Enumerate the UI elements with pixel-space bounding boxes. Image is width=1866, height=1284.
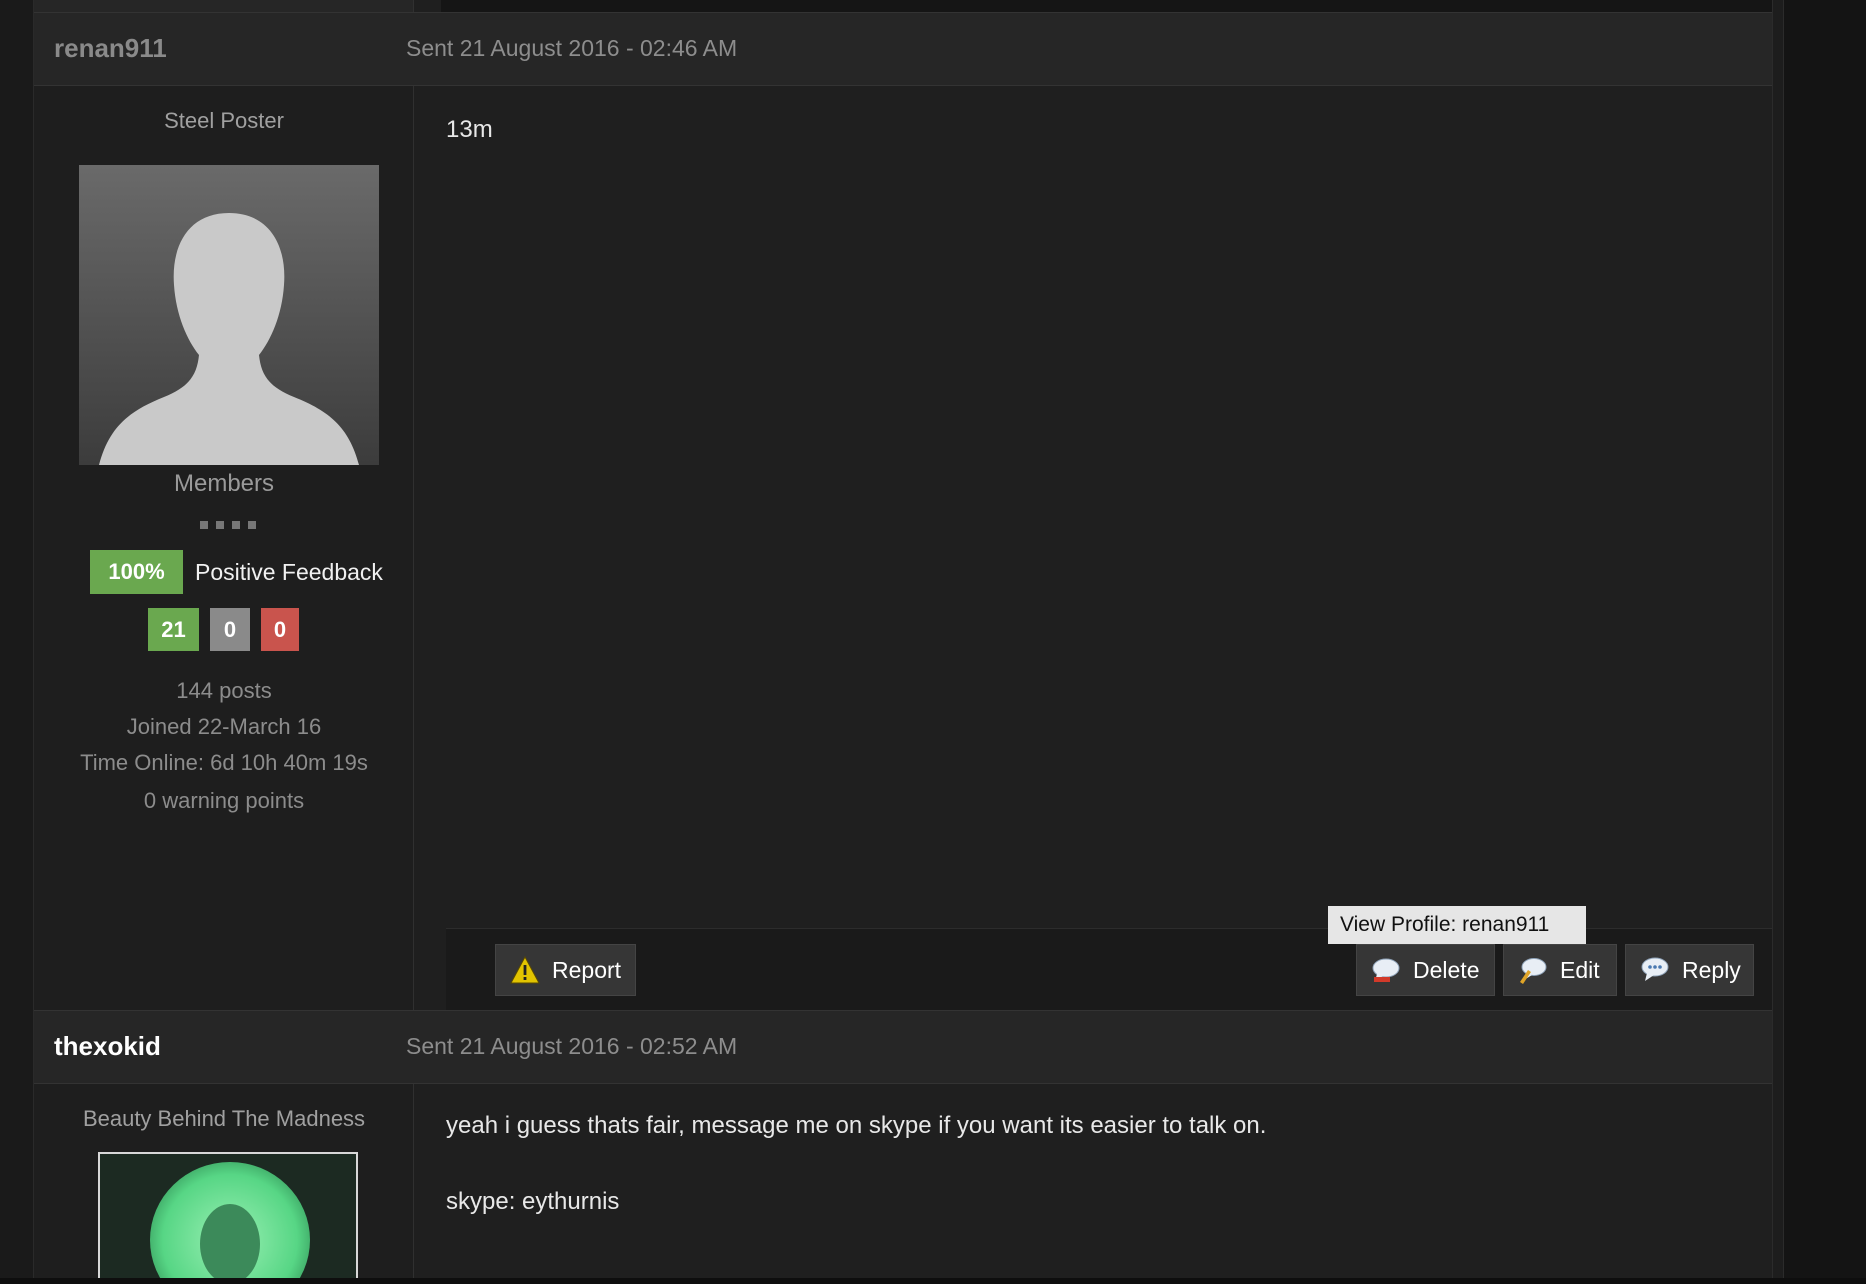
post-date: Sent 21 August 2016 - 02:46 AM [406,35,738,61]
post-date: Sent 21 August 2016 - 02:52 AM [406,1033,738,1059]
post-header: renan911 Sent 21 August 2016 - 02:46 AM [34,12,1772,86]
scrollbar-track[interactable] [1772,0,1784,1284]
feedback-summary: 100% Positive Feedback [90,550,383,594]
author-panel: Steel Poster Members 100% Positive Feedb… [34,86,414,1014]
reply-button-label: Reply [1682,956,1741,983]
reply-button[interactable]: Reply [1625,944,1754,996]
feedback-label: Positive Feedback [195,558,383,585]
avatar[interactable] [79,165,379,465]
rank-pip [232,521,240,529]
rank-pip [200,521,208,529]
avatar[interactable] [98,1152,358,1284]
member-title: Steel Poster [164,108,284,133]
rank-pip [248,521,256,529]
post-message-line: skype: eythurnis [446,1188,620,1215]
author-name-link[interactable]: thexokid [54,1031,161,1062]
member-title: Beauty Behind The Madness [82,1106,366,1131]
feedback-counts: 21 0 0 [148,608,299,651]
green-o-avatar-icon [150,1162,310,1284]
member-group: Members [173,470,275,497]
rank-pip [216,521,224,529]
post-content: yeah i guess thats fair, message me on s… [414,1084,1772,1284]
right-scroll-gutter [1772,0,1866,1284]
post-content: 13m [414,86,1772,1014]
view-profile-tooltip: View Profile: renan911 [1328,906,1586,944]
left-gutter [0,0,34,1284]
default-avatar-silhouette-icon [99,213,359,465]
message-thread: renan911 Sent 21 August 2016 - 02:46 AM … [34,0,1772,1284]
delete-button-label: Delete [1413,956,1480,983]
time-online: Time Online: 6d 10h 40m 19s [80,750,368,775]
feedback-percent-badge[interactable]: 100% [90,550,183,594]
bottom-edge [0,1278,1866,1284]
post-header: thexokid Sent 21 August 2016 - 02:52 AM [34,1010,1772,1084]
post-renan911: renan911 Sent 21 August 2016 - 02:46 AM … [34,12,1772,1014]
speech-bubble-edit-icon [1518,955,1548,985]
post-message-line: yeah i guess thats fair, message me on s… [446,1112,1267,1139]
positive-feedback-count[interactable]: 21 [148,608,199,651]
delete-button[interactable]: Delete [1356,944,1495,996]
report-button[interactable]: Report [495,944,636,996]
joined-date: Joined 22-March 16 [126,714,322,739]
edit-button-label: Edit [1560,956,1600,983]
neutral-feedback-count[interactable]: 0 [210,608,250,651]
report-button-label: Report [552,956,622,983]
rank-pips [200,521,256,529]
speech-bubble-delete-icon [1371,955,1401,985]
author-name-link[interactable]: renan911 [54,33,167,64]
post-message: 13m [446,116,493,143]
warning-points: 0 warning points [143,788,305,813]
speech-bubble-reply-icon [1640,955,1670,985]
page: renan911 Sent 21 August 2016 - 02:46 AM … [0,0,1866,1284]
warning-triangle-icon [510,955,540,985]
negative-feedback-count[interactable]: 0 [261,608,299,651]
edit-button[interactable]: Edit [1503,944,1617,996]
post-count: 144 posts [176,678,272,703]
